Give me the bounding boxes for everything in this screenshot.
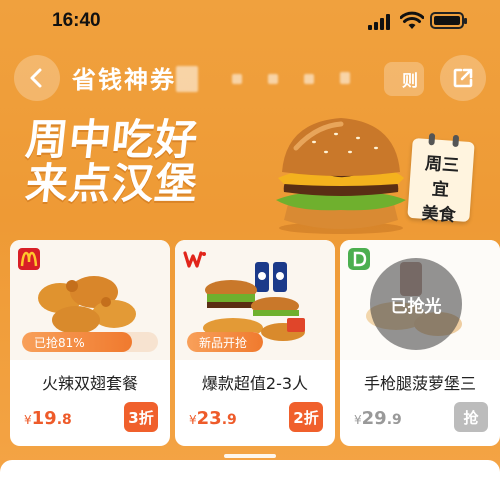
wifi-icon <box>400 11 424 29</box>
calendar-text: 美食 <box>420 203 457 227</box>
status-label: 新品开抢 <box>199 336 248 350</box>
status-time: 16:40 <box>52 10 101 31</box>
headline-line-1: 周中吃好 <box>23 115 201 164</box>
redacted-text <box>268 74 278 84</box>
discount-button[interactable]: 2折 <box>289 402 323 432</box>
product-price: ¥29.9 <box>354 408 402 429</box>
page-indicator <box>224 454 276 458</box>
currency-symbol: ¥ <box>189 413 197 427</box>
discount-button[interactable]: 3折 <box>124 402 158 432</box>
calendar-badge: 周三 宜 美食 <box>407 133 475 226</box>
status-chip: 新品开抢 <box>187 332 263 352</box>
redacted-text <box>340 72 350 84</box>
burger-illustration <box>276 118 406 234</box>
back-button[interactable] <box>14 55 60 101</box>
rules-button[interactable]: 则 <box>384 62 424 96</box>
product-price: ¥19.8 <box>24 408 72 429</box>
price-decimal: .9 <box>386 412 402 428</box>
price-integer: 29 <box>361 408 387 429</box>
deal-card[interactable]: 新品开抢 爆款超值2-3人 ¥23.9 2折 <box>175 240 335 446</box>
dicos-logo-icon <box>348 248 370 270</box>
redacted-text <box>176 66 198 92</box>
grab-button[interactable]: 抢 <box>454 402 488 432</box>
price-integer: 19 <box>31 408 57 429</box>
currency-symbol: ¥ <box>354 413 362 427</box>
redacted-text <box>232 74 242 84</box>
price-integer: 23 <box>196 408 222 429</box>
page-title: 省钱神券 <box>72 66 176 94</box>
banner-headline: 周中吃好 来点汉堡 <box>23 115 201 209</box>
product-name: 爆款超值2-3人 <box>201 374 309 393</box>
progress-label: 已抢81% <box>34 336 85 350</box>
share-icon <box>453 68 473 88</box>
bottom-sheet <box>0 460 500 482</box>
product-name: 手枪腿菠萝堡三 <box>363 374 476 393</box>
cellular-signal-icon <box>368 14 390 30</box>
mcdonalds-logo-icon <box>18 248 40 270</box>
battery-icon <box>430 12 467 29</box>
product-price: ¥23.9 <box>189 408 237 429</box>
deal-card[interactable]: 已抢81% 火辣双翅套餐 ¥19.8 3折 <box>10 240 170 446</box>
redacted-text <box>304 74 314 84</box>
sold-progress-bar: 已抢81% <box>22 332 158 352</box>
currency-symbol: ¥ <box>24 413 32 427</box>
promo-banner[interactable]: 周中吃好 来点汉堡 周三 宜 美食 <box>0 108 500 238</box>
nav-bar: 省钱神券 则 <box>0 50 500 106</box>
price-decimal: .8 <box>56 412 72 428</box>
product-name: 火辣双翅套餐 <box>41 374 138 393</box>
deal-card[interactable]: 已抢光 手枪腿菠萝堡三 ¥29.9 抢 <box>340 240 500 446</box>
sold-out-badge: 已抢光 <box>370 258 462 350</box>
share-button[interactable] <box>440 55 486 101</box>
rules-label: 则 <box>401 71 418 90</box>
chevron-left-icon <box>30 68 42 88</box>
status-bar: 16:40 <box>0 0 500 44</box>
deal-card-list: 已抢81% 火辣双翅套餐 ¥19.8 3折 新品开抢 爆款超值2-3人 ¥23.… <box>0 240 500 450</box>
wallace-logo-icon <box>183 251 206 268</box>
headline-line-2: 来点汉堡 <box>23 159 201 209</box>
price-decimal: .9 <box>221 412 237 428</box>
